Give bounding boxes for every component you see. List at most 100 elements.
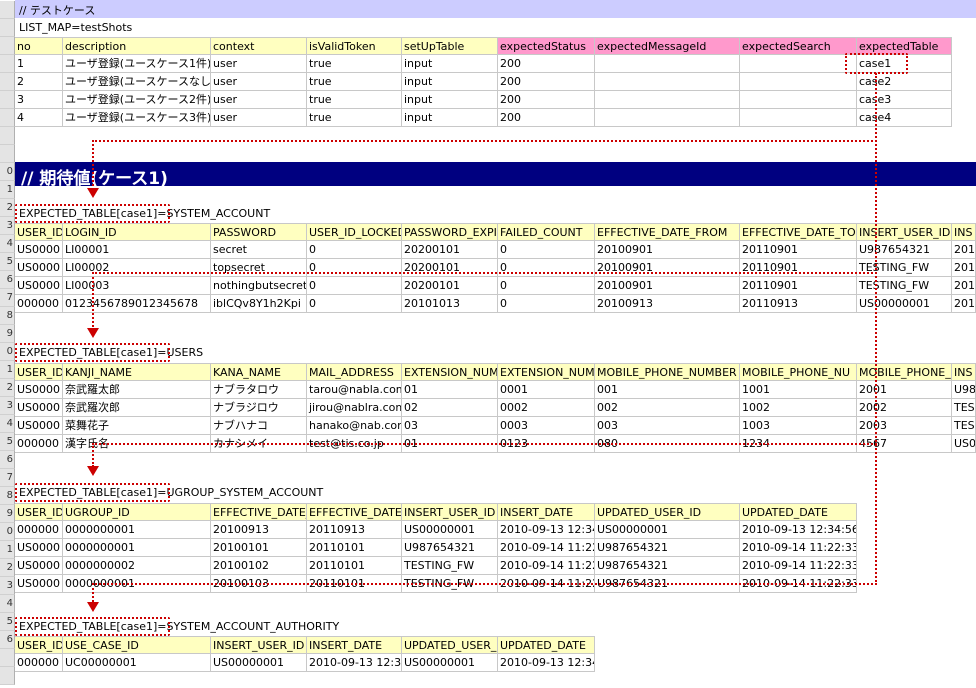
table-cell[interactable] xyxy=(740,109,857,127)
table-cell[interactable]: 002 xyxy=(595,399,740,417)
row-number[interactable]: 0 xyxy=(0,343,15,361)
table-cell[interactable] xyxy=(740,91,857,109)
row-number[interactable]: 7 xyxy=(0,469,15,487)
table-cell[interactable]: 20110101 xyxy=(307,539,402,557)
column-header[interactable]: INSERT_DATE xyxy=(498,503,595,521)
table-cell[interactable]: 0 xyxy=(498,241,595,259)
table-cell[interactable]: US0000 xyxy=(15,417,63,435)
row-number[interactable]: 2 xyxy=(0,199,15,217)
table-cell[interactable]: US0 xyxy=(952,435,976,453)
table-cell[interactable]: user xyxy=(211,91,307,109)
table-cell[interactable]: 201 xyxy=(952,259,976,277)
column-header[interactable]: setUpTable xyxy=(402,37,498,55)
column-header[interactable]: INSERT_USER_ID xyxy=(211,636,307,654)
table-cell[interactable]: 0123456789012345678 xyxy=(63,295,211,313)
table-cell[interactable]: 000000 xyxy=(15,521,63,539)
table-cell[interactable]: 20200101 xyxy=(402,241,498,259)
row-number[interactable]: 7 xyxy=(0,289,15,307)
column-header[interactable]: MAIL_ADDRESS xyxy=(307,363,402,381)
column-header[interactable]: EFFECTIVE_DATE_TO xyxy=(307,503,402,521)
table-cell[interactable]: user xyxy=(211,55,307,73)
table-cell[interactable]: 2010-09-14 11:22:33.0 xyxy=(498,557,595,575)
table-cell[interactable]: 02 xyxy=(402,399,498,417)
table-cell[interactable]: U987654321 xyxy=(595,557,740,575)
column-header[interactable]: expectedSearch xyxy=(740,37,857,55)
column-header[interactable]: USE_CASE_ID xyxy=(63,636,211,654)
table-cell[interactable]: US0000 xyxy=(15,557,63,575)
row-number[interactable] xyxy=(0,37,15,55)
table-cell[interactable]: 0 xyxy=(498,295,595,313)
row-number[interactable] xyxy=(0,19,15,37)
column-header[interactable]: description xyxy=(63,37,211,55)
table-cell[interactable]: 2010-09-14 11:22:33.0 xyxy=(740,539,857,557)
column-header[interactable]: EFFECTIVE_DATE_FROM xyxy=(211,503,307,521)
column-header[interactable]: expectedStatus xyxy=(498,37,595,55)
table-cell[interactable]: case4 xyxy=(857,109,952,127)
column-header[interactable]: EFFECTIVE_DATE_FROM xyxy=(595,223,740,241)
table-cell[interactable]: 200 xyxy=(498,91,595,109)
table-cell[interactable]: LI00003 xyxy=(63,277,211,295)
table-cell[interactable]: input xyxy=(402,55,498,73)
table-cell[interactable]: 0000000002 xyxy=(63,557,211,575)
row-number[interactable]: 2 xyxy=(0,559,15,577)
column-header[interactable]: INSERT_USER_ID xyxy=(402,503,498,521)
table-cell[interactable]: 20100913 xyxy=(211,521,307,539)
table-cell[interactable] xyxy=(595,73,740,91)
table-cell[interactable]: US0000 xyxy=(15,399,63,417)
column-header[interactable]: USER_ID xyxy=(15,636,63,654)
table-cell[interactable]: ユーザ登録(ユースケースなし) xyxy=(63,73,211,91)
row-number[interactable] xyxy=(0,127,15,145)
table-cell[interactable]: jirou@nablra.com xyxy=(307,399,402,417)
column-header[interactable]: EXTENSION_NUMBER_1 xyxy=(402,363,498,381)
column-header[interactable]: MOBILE_PHONE_ xyxy=(857,363,952,381)
table-cell[interactable]: U987654321 xyxy=(402,539,498,557)
table-cell[interactable]: U987654321 xyxy=(857,241,952,259)
table-cell[interactable]: 01 xyxy=(402,381,498,399)
table-cell[interactable]: 201 xyxy=(952,277,976,295)
table-cell[interactable]: 2003 xyxy=(857,417,952,435)
column-header[interactable]: EFFECTIVE_DATE_TO xyxy=(740,223,857,241)
table-cell[interactable]: 3 xyxy=(15,91,63,109)
table-cell[interactable]: 001 xyxy=(595,381,740,399)
row-number[interactable]: 6 xyxy=(0,631,15,649)
table-cell[interactable]: 20100913 xyxy=(595,295,740,313)
table-cell[interactable]: 1002 xyxy=(740,399,857,417)
table-cell[interactable]: TESTING_FW xyxy=(857,259,952,277)
column-header[interactable]: KANA_NAME xyxy=(211,363,307,381)
table-cell[interactable]: 0001 xyxy=(498,381,595,399)
table-cell[interactable]: 20101013 xyxy=(402,295,498,313)
table-cell[interactable]: ナブハナコ xyxy=(211,417,307,435)
table-cell[interactable]: LI00001 xyxy=(63,241,211,259)
column-header[interactable]: expectedMessageId xyxy=(595,37,740,55)
row-number[interactable]: 9 xyxy=(0,325,15,343)
column-header[interactable]: INS xyxy=(952,363,976,381)
table-cell[interactable]: true xyxy=(307,91,402,109)
table-cell[interactable]: user xyxy=(211,109,307,127)
table-cell[interactable]: 0 xyxy=(498,277,595,295)
column-header[interactable]: LOGIN_ID xyxy=(63,223,211,241)
table-cell[interactable]: 2002 xyxy=(857,399,952,417)
row-number[interactable]: 6 xyxy=(0,271,15,289)
table-cell[interactable]: 20110901 xyxy=(740,277,857,295)
table-cell[interactable]: 20100901 xyxy=(595,241,740,259)
row-number[interactable]: 5 xyxy=(0,613,15,631)
table-cell[interactable]: US0000 xyxy=(15,277,63,295)
table-cell[interactable]: secret xyxy=(211,241,307,259)
table-cell[interactable]: true xyxy=(307,73,402,91)
table-cell[interactable]: 20200101 xyxy=(402,277,498,295)
row-number[interactable]: 3 xyxy=(0,397,15,415)
table-cell[interactable]: 20110101 xyxy=(307,557,402,575)
column-header[interactable]: INSERT_DATE xyxy=(307,636,402,654)
table-cell[interactable]: 1 xyxy=(15,55,63,73)
column-header[interactable]: UPDATED_USER_ID xyxy=(402,636,498,654)
row-number[interactable]: 2 xyxy=(0,379,15,397)
table-cell[interactable]: 奈武羅次郎 xyxy=(63,399,211,417)
column-header[interactable]: PASSWORD xyxy=(211,223,307,241)
table-cell[interactable]: hanako@nab.com xyxy=(307,417,402,435)
table-cell[interactable]: US00000001 xyxy=(595,521,740,539)
row-number[interactable]: 4 xyxy=(0,595,15,613)
row-number[interactable] xyxy=(0,73,15,91)
row-number[interactable] xyxy=(0,55,15,73)
table-cell[interactable] xyxy=(595,55,740,73)
table-cell[interactable] xyxy=(740,73,857,91)
